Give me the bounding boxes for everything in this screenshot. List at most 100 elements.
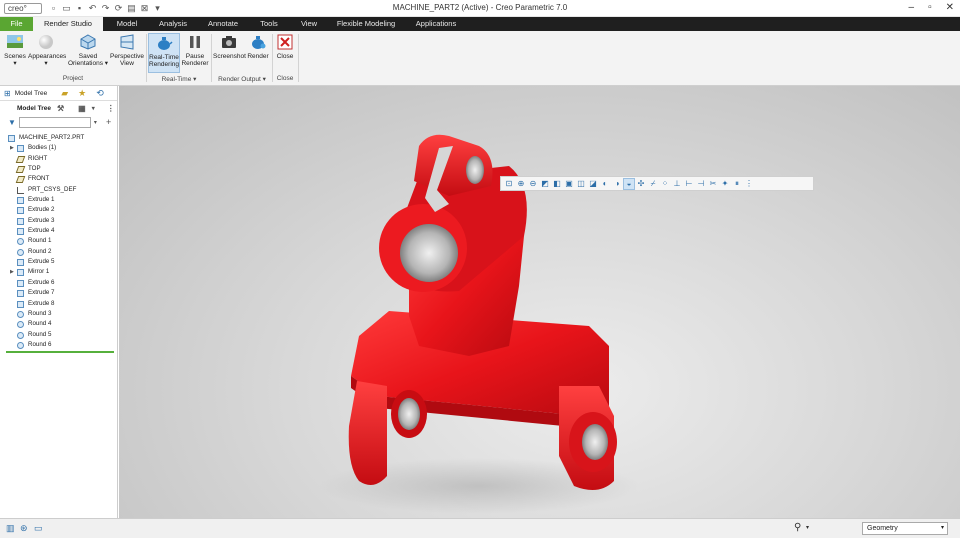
- tree-item[interactable]: TOP: [0, 164, 118, 174]
- tab-model[interactable]: Model: [106, 17, 148, 31]
- saved-orientations-icon[interactable]: ▣: [564, 179, 574, 189]
- tree-item[interactable]: Round 6: [0, 340, 118, 350]
- ribbon: Scenes ▾ Appearances ▾ Saved Orientations …: [0, 31, 960, 86]
- tab-applications[interactable]: Applications: [408, 17, 464, 31]
- tree-item-label: TOP: [28, 165, 41, 173]
- add-icon[interactable]: +: [106, 117, 111, 127]
- tree-settings-icon[interactable]: ⚒: [57, 104, 64, 113]
- tab-flexible-modeling[interactable]: Flexible Modeling: [333, 17, 399, 31]
- annotation-display-icon[interactable]: ⊣: [696, 179, 706, 189]
- datum-plane-icon: [15, 155, 26, 163]
- tree-item[interactable]: FRONT: [0, 174, 118, 184]
- tree-filter-dropdown-icon[interactable]: ▾: [92, 105, 95, 112]
- repaint-icon[interactable]: ◩: [540, 179, 550, 189]
- screenshot-button[interactable]: Screenshot: [213, 33, 246, 60]
- group-render-output-label[interactable]: Render Output ▾: [212, 75, 272, 83]
- display-style-icon[interactable]: ◧: [552, 179, 562, 189]
- group-real-time-text: Real-Time: [161, 76, 192, 83]
- more-tools-icon[interactable]: ⋮: [744, 179, 754, 189]
- tree-item[interactable]: PRT_CSYS_DEF: [0, 185, 118, 195]
- pause-renderer-button[interactable]: Pause Renderer: [181, 33, 209, 67]
- expand-arrow-icon[interactable]: ▶: [10, 267, 14, 277]
- round-icon: [17, 310, 24, 318]
- left-hole: [398, 398, 420, 430]
- tab-render-studio[interactable]: Render Studio: [33, 17, 103, 31]
- show-browser-icon[interactable]: ⊛: [20, 523, 28, 534]
- tree-item[interactable]: Round 1: [0, 236, 118, 246]
- tree-show-icon[interactable]: ⋮: [107, 104, 115, 113]
- close-icon[interactable]: ✕: [946, 2, 954, 13]
- tree-item[interactable]: ▶ Bodies (1): [0, 143, 118, 153]
- expand-arrow-icon[interactable]: ▶: [10, 143, 14, 153]
- graphics-window[interactable]: ⊡ ⊕ ⊖ ◩ ◧ ▣ ◫ ◪ ◐ ◑ ◒ ✣ ⌿ ⁘ ⊥ ⊢ ⊣ ✂ ✦ ⏸ …: [119, 86, 960, 518]
- tree-item[interactable]: Extrude 7: [0, 288, 118, 298]
- axis-display-icon[interactable]: ⌿: [648, 179, 658, 189]
- appearance-icon[interactable]: ◑: [612, 179, 622, 189]
- folder-browser-tab-icon[interactable]: ▰: [61, 88, 68, 99]
- filter-funnel-icon[interactable]: ▼: [8, 118, 16, 127]
- tab-annotate[interactable]: Annotate: [200, 17, 246, 31]
- tree-item[interactable]: Extrude 3: [0, 216, 118, 226]
- maximize-icon[interactable]: ▫: [928, 2, 932, 13]
- tab-analysis[interactable]: Analysis: [152, 17, 194, 31]
- model-tree-tab[interactable]: Model Tree: [15, 90, 48, 97]
- tree-item[interactable]: Extrude 8: [0, 299, 118, 309]
- tree-item[interactable]: Extrude 6: [0, 278, 118, 288]
- show-navigator-icon[interactable]: ▥: [6, 523, 15, 534]
- tree-item[interactable]: Round 5: [0, 330, 118, 340]
- perspective-icon[interactable]: ◪: [588, 179, 598, 189]
- search-dropdown-icon[interactable]: ▾: [94, 119, 97, 126]
- group-real-time-label[interactable]: Real-Time ▾: [148, 75, 210, 83]
- tree-item[interactable]: Extrude 2: [0, 205, 118, 215]
- smart-select-dropdown-icon[interactable]: ▾: [806, 524, 809, 531]
- model-3d-render[interactable]: [119, 86, 960, 518]
- bore-hole: [400, 224, 458, 282]
- datum-plane-icon: [15, 166, 26, 174]
- minimize-icon[interactable]: –: [909, 2, 915, 13]
- pause-animation-icon[interactable]: ⏸: [732, 179, 742, 189]
- close-button[interactable]: Close: [274, 33, 296, 60]
- csys-display-icon[interactable]: ⊥: [672, 179, 682, 189]
- tree-item[interactable]: Round 2: [0, 247, 118, 257]
- tab-view[interactable]: View: [293, 17, 325, 31]
- section-icon[interactable]: ◐: [600, 179, 610, 189]
- tree-search-input[interactable]: [18, 116, 91, 128]
- round-icon: [17, 341, 24, 349]
- tab-file[interactable]: File: [0, 17, 33, 31]
- full-screen-icon[interactable]: ▭: [34, 523, 43, 534]
- tree-item[interactable]: Round 3: [0, 309, 118, 319]
- tree-item[interactable]: Extrude 1: [0, 195, 118, 205]
- selection-filter-select[interactable]: Geometry ▾: [862, 522, 948, 535]
- real-time-rendering-button[interactable]: Real-Time Rendering: [148, 33, 180, 73]
- tree-item[interactable]: RIGHT: [0, 154, 118, 164]
- annotation-filter-icon[interactable]: ✦: [720, 179, 730, 189]
- smart-select-icon[interactable]: ⚲: [794, 522, 801, 533]
- real-time-rendering-label: Real-Time Rendering: [149, 54, 179, 68]
- datum-display-icon[interactable]: ✣: [636, 179, 646, 189]
- zoom-out-icon[interactable]: ⊖: [528, 179, 538, 189]
- screenshot-label: Screenshot: [213, 53, 246, 60]
- point-display-icon[interactable]: ⁘: [660, 179, 670, 189]
- tree-item[interactable]: Extrude 5: [0, 257, 118, 267]
- spin-center-icon[interactable]: ✂: [708, 179, 718, 189]
- tree-columns-icon[interactable]: ▦: [78, 104, 86, 113]
- zoom-in-icon[interactable]: ⊕: [516, 179, 526, 189]
- tree-item[interactable]: Extrude 4: [0, 226, 118, 236]
- render-button[interactable]: Render: [246, 33, 270, 60]
- appearances-button[interactable]: Appearances ▾: [28, 33, 66, 67]
- model-tree-tab-icon[interactable]: ⊞: [4, 89, 11, 98]
- history-tab-icon[interactable]: ⟲: [96, 88, 104, 99]
- ribbon-separator: [272, 34, 273, 82]
- tab-tools[interactable]: Tools: [251, 17, 287, 31]
- tree-item[interactable]: ▶ Mirror 1: [0, 267, 118, 277]
- favorites-tab-icon[interactable]: ★: [78, 88, 86, 99]
- refit-icon[interactable]: ⊡: [504, 179, 514, 189]
- scenes-button[interactable]: Scenes ▾: [3, 33, 27, 67]
- saved-orientations-button[interactable]: Saved Orientations ▾: [67, 33, 109, 67]
- tree-item[interactable]: MACHINE_PART2.PRT: [0, 133, 118, 143]
- real-time-render-toggle-icon[interactable]: ◒: [623, 177, 635, 190]
- plane-tags-icon[interactable]: ⊢: [684, 179, 694, 189]
- tree-item[interactable]: Round 4: [0, 319, 118, 329]
- view-manager-icon[interactable]: ◫: [576, 179, 586, 189]
- perspective-view-button[interactable]: Perspective View: [110, 33, 144, 67]
